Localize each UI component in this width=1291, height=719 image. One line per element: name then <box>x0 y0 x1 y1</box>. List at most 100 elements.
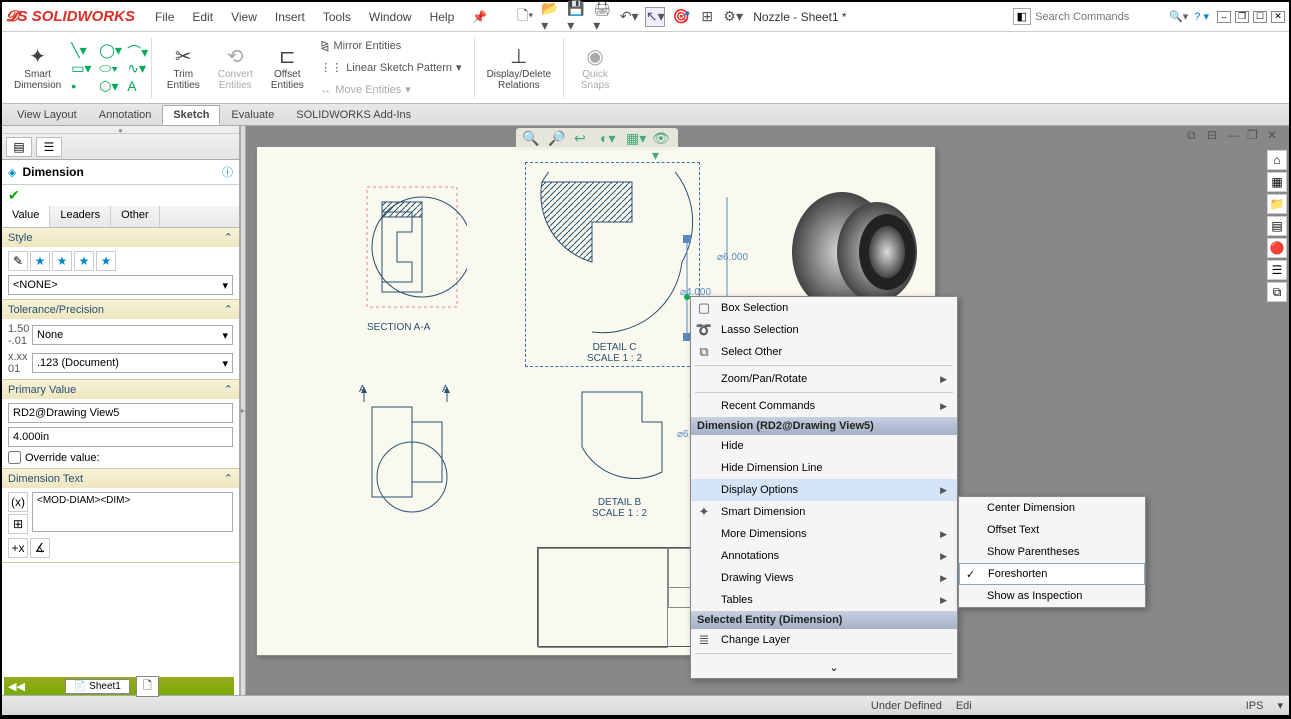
point-icon[interactable]: • <box>71 78 87 94</box>
cm-display-options[interactable]: Display Options▶ <box>691 479 957 501</box>
forum-icon[interactable]: ⧉ <box>1267 282 1287 302</box>
max-icon[interactable]: — <box>1227 128 1243 144</box>
primary-header[interactable]: Primary Value⌃ <box>2 380 239 399</box>
subtab-value[interactable]: Value <box>2 206 50 227</box>
tab-evaluate[interactable]: Evaluate <box>220 105 285 125</box>
slot-icon[interactable]: ⬭▾ <box>99 60 115 76</box>
sm-center-dimension[interactable]: Center Dimension <box>959 497 1145 519</box>
lp-tab-2[interactable]: ☰ <box>36 137 62 157</box>
dimtext-area[interactable]: <MOD-DIAM><DIM> <box>32 492 233 532</box>
override-checkbox[interactable] <box>8 451 21 464</box>
zoom-fit-icon[interactable]: 🔍 <box>522 130 542 148</box>
smart-dimension-button[interactable]: ✦ Smart Dimension <box>8 35 67 101</box>
close-view-icon[interactable]: ✕ <box>1267 128 1283 144</box>
print-icon[interactable]: 🖨▾ <box>593 7 613 27</box>
save-icon[interactable]: 💾▾ <box>567 7 587 27</box>
cm-select-other[interactable]: ⧉Select Other <box>691 341 957 363</box>
subtab-leaders[interactable]: Leaders <box>50 206 111 227</box>
tolerance-header[interactable]: Tolerance/Precision⌃ <box>2 300 239 319</box>
ok-button[interactable]: ✔ <box>2 185 239 206</box>
maximize-icon[interactable]: ☐ <box>1253 11 1267 23</box>
menu-help[interactable]: Help <box>422 6 463 28</box>
properties-icon[interactable]: ☰ <box>1267 260 1287 280</box>
search-input[interactable] <box>1035 11 1165 23</box>
dimtext-btn-4[interactable]: ∡ <box>30 538 50 558</box>
pin-icon[interactable]: 📌 <box>464 6 495 28</box>
style-btn-5[interactable]: ★ <box>96 251 116 271</box>
rest-icon[interactable]: ❐ <box>1247 128 1263 144</box>
menu-edit[interactable]: Edit <box>184 6 221 28</box>
zoom-area-icon[interactable]: 🔎 <box>548 130 568 148</box>
dimtext-btn-2[interactable]: ⊞ <box>8 514 28 534</box>
circle-icon[interactable]: ◯▾ <box>99 42 115 58</box>
polygon-icon[interactable]: ⬡▾ <box>99 78 115 94</box>
sm-show-parentheses[interactable]: Show Parentheses <box>959 541 1145 563</box>
subtab-other[interactable]: Other <box>111 206 160 227</box>
sm-offset-text[interactable]: Offset Text <box>959 519 1145 541</box>
appearances-icon[interactable]: 🔴 <box>1267 238 1287 258</box>
dimtext-header[interactable]: Dimension Text⌃ <box>2 469 239 488</box>
prev-view-icon[interactable]: ↩ <box>574 130 594 148</box>
cm-more-dimensions[interactable]: More Dimensions▶ <box>691 523 957 545</box>
search-icon[interactable]: 🔍▾ <box>1169 10 1188 23</box>
tab-view-layout[interactable]: View Layout <box>6 105 88 125</box>
minimize-icon[interactable]: – <box>1217 11 1231 23</box>
sm-show-inspection[interactable]: Show as Inspection <box>959 585 1145 607</box>
precision-combo[interactable]: .123 (Document)▾ <box>32 353 233 373</box>
sm-foreshorten[interactable]: ✓Foreshorten <box>959 563 1145 585</box>
home-icon[interactable]: ⌂ <box>1267 150 1287 170</box>
dimtext-btn-1[interactable]: (x) <box>8 492 28 512</box>
cm-zoom-pan-rotate[interactable]: Zoom/Pan/Rotate▶ <box>691 368 957 390</box>
cm-expand[interactable]: ⌄ <box>691 656 957 678</box>
style-header[interactable]: Style⌃ <box>2 228 239 247</box>
text-icon[interactable]: A <box>127 78 143 94</box>
sheet-nav-prev-icon[interactable]: ◀◀ <box>8 680 25 693</box>
library-icon[interactable]: ▦ <box>1267 172 1287 192</box>
style-btn-4[interactable]: ★ <box>74 251 94 271</box>
offset-entities-button[interactable]: ⊏ Offset Entities <box>262 35 312 101</box>
mirror-entities-button[interactable]: ⧎Mirror Entities <box>316 36 465 56</box>
close-icon[interactable]: ✕ <box>1271 11 1285 23</box>
select-icon[interactable]: ↖▾ <box>645 7 665 27</box>
spline-icon[interactable]: ∿▾ <box>127 60 143 76</box>
style-btn-3[interactable]: ★ <box>52 251 72 271</box>
tab-annotation[interactable]: Annotation <box>88 105 163 125</box>
settings-icon[interactable]: ⚙▾ <box>723 7 743 27</box>
dimtext-btn-3[interactable]: +x <box>8 538 28 558</box>
cm-hide[interactable]: Hide <box>691 435 957 457</box>
palette-icon[interactable]: ▤ <box>1267 216 1287 236</box>
style-btn-1[interactable]: ✎ <box>8 251 28 271</box>
tolerance-type-combo[interactable]: None▾ <box>32 325 233 345</box>
line-icon[interactable]: ╲▾ <box>71 42 87 58</box>
sheet-add-icon[interactable]: 🗋 <box>136 676 159 697</box>
cm-smart-dimension[interactable]: ✦Smart Dimension <box>691 501 957 523</box>
primary-value-input[interactable] <box>8 427 233 447</box>
help-q-icon[interactable]: ⓘ <box>222 164 233 180</box>
options-icon[interactable]: ⊞ <box>697 7 717 27</box>
status-units[interactable]: IPS <box>1246 700 1264 712</box>
cm-annotations[interactable]: Annotations▶ <box>691 545 957 567</box>
style-combo[interactable]: <NONE>▾ <box>8 275 233 295</box>
rect-icon[interactable]: ▭▾ <box>71 60 87 76</box>
tab-addins[interactable]: SOLIDWORKS Add-Ins <box>285 105 422 125</box>
display-style-icon[interactable]: ▦▾ <box>626 130 646 148</box>
tab-sketch[interactable]: Sketch <box>162 105 220 125</box>
new-icon[interactable]: 🗋▾ <box>515 7 535 27</box>
rebuild-icon[interactable]: 🎯 <box>671 7 691 27</box>
status-dropdown-icon[interactable]: ▾ <box>1277 699 1283 712</box>
cm-box-selection[interactable]: ▢Box Selection <box>691 297 957 319</box>
cm-tables[interactable]: Tables▶ <box>691 589 957 611</box>
menu-insert[interactable]: Insert <box>267 6 313 28</box>
style-btn-2[interactable]: ★ <box>30 251 50 271</box>
restore-icon[interactable]: ❐ <box>1235 11 1249 23</box>
cm-hide-dim-line[interactable]: Hide Dimension Line <box>691 457 957 479</box>
cascade-icon[interactable]: ⧉ <box>1187 128 1203 144</box>
primary-name-input[interactable] <box>8 403 233 423</box>
sheet-tab-1[interactable]: 📄 Sheet1 <box>65 679 130 694</box>
menu-file[interactable]: File <box>147 6 182 28</box>
cm-drawing-views[interactable]: Drawing Views▶ <box>691 567 957 589</box>
cm-recent[interactable]: Recent Commands▶ <box>691 395 957 417</box>
hide-show-icon[interactable]: 👁▾ <box>652 130 672 148</box>
arc-icon[interactable]: ⌒▾ <box>127 42 143 58</box>
undo-icon[interactable]: ↶▾ <box>619 7 639 27</box>
